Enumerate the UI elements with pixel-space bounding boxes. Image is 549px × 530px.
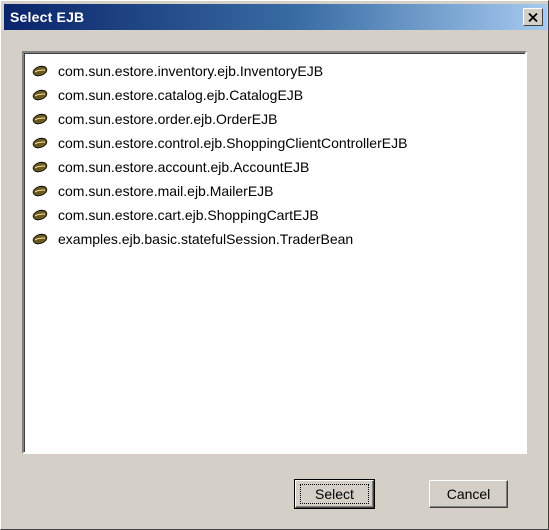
list-item[interactable]: com.sun.estore.account.ejb.AccountEJB (24, 155, 525, 179)
bean-icon (32, 113, 48, 125)
bean-icon (32, 233, 48, 245)
bean-icon (32, 65, 48, 77)
bean-icon (32, 209, 48, 221)
dialog-title: Select EJB (10, 9, 85, 25)
cancel-button-label: Cancel (446, 486, 491, 502)
list-item[interactable]: com.sun.estore.catalog.ejb.CatalogEJB (24, 83, 525, 107)
list-item-label: com.sun.estore.account.ejb.AccountEJB (58, 159, 310, 175)
bean-icon (32, 161, 48, 173)
bean-icon (32, 185, 48, 197)
list-item[interactable]: com.sun.estore.order.ejb.OrderEJB (24, 107, 525, 131)
title-bar[interactable]: Select EJB (4, 4, 547, 30)
list-item[interactable]: com.sun.estore.mail.ejb.MailerEJB (24, 179, 525, 203)
list-item-label: com.sun.estore.catalog.ejb.CatalogEJB (58, 87, 304, 103)
close-icon (528, 12, 538, 22)
list-item-label: com.sun.estore.control.ejb.ShoppingClien… (58, 135, 408, 151)
select-button-label: Select (300, 484, 369, 504)
list-item-label: com.sun.estore.cart.ejb.ShoppingCartEJB (58, 207, 319, 223)
select-ejb-dialog: Select EJB com.sun.estore.inventory.ejb.… (0, 0, 549, 530)
list-item-label: com.sun.estore.order.ejb.OrderEJB (58, 111, 278, 127)
select-button[interactable]: Select (294, 479, 375, 509)
list-item-label: com.sun.estore.inventory.ejb.InventoryEJ… (58, 63, 324, 79)
list-item-label: com.sun.estore.mail.ejb.MailerEJB (58, 183, 274, 199)
list-item-label: examples.ejb.basic.statefulSession.Trade… (58, 231, 354, 247)
list-item[interactable]: examples.ejb.basic.statefulSession.Trade… (24, 227, 525, 251)
bean-icon (32, 137, 48, 149)
ejb-list[interactable]: com.sun.estore.inventory.ejb.InventoryEJ… (22, 51, 527, 454)
list-item[interactable]: com.sun.estore.cart.ejb.ShoppingCartEJB (24, 203, 525, 227)
bean-icon (32, 89, 48, 101)
list-item[interactable]: com.sun.estore.control.ejb.ShoppingClien… (24, 131, 525, 155)
close-button[interactable] (523, 8, 543, 26)
cancel-button[interactable]: Cancel (429, 480, 508, 508)
list-item[interactable]: com.sun.estore.inventory.ejb.InventoryEJ… (24, 59, 525, 83)
